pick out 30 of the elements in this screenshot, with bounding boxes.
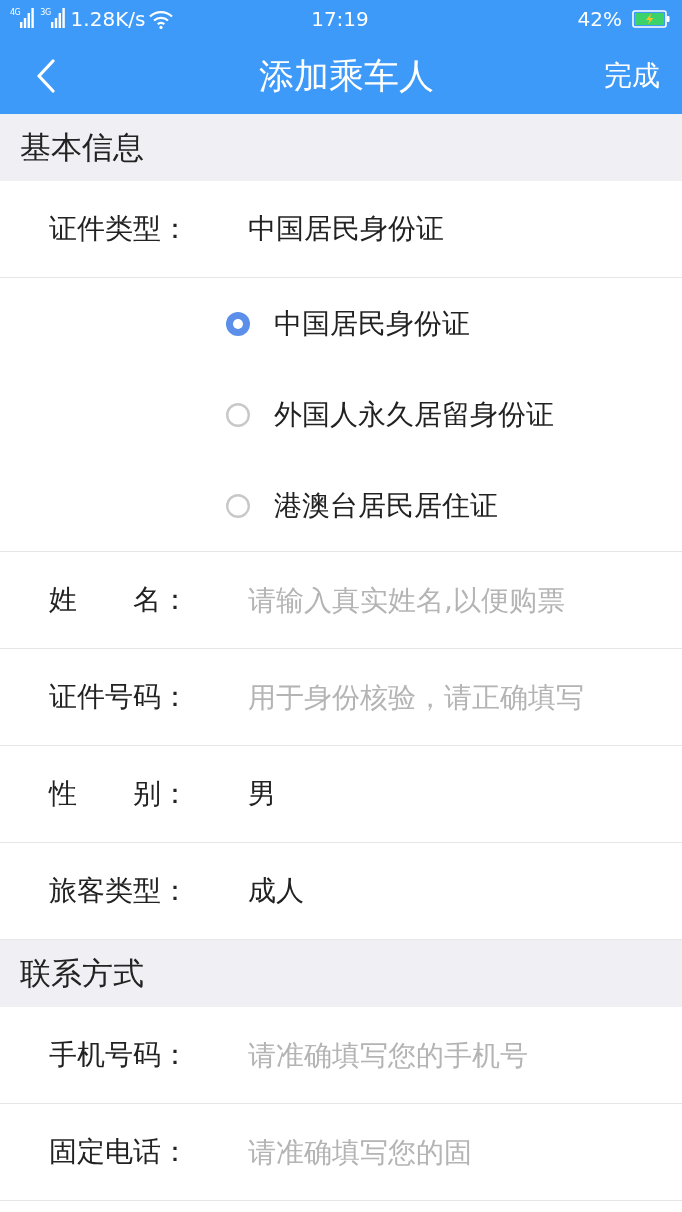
field-label: 性 别： bbox=[49, 776, 190, 812]
network-type-label: 4G bbox=[10, 8, 21, 17]
network-speed: 1.28K/s bbox=[70, 7, 146, 31]
status-time: 17:19 bbox=[311, 7, 369, 31]
field-label: 证件号码： bbox=[49, 679, 190, 715]
back-icon bbox=[36, 59, 56, 93]
battery-charging-icon bbox=[632, 10, 670, 28]
radio-option[interactable]: 外国人永久居留身份证 bbox=[226, 369, 554, 460]
field-label: 旅客类型： bbox=[49, 873, 190, 909]
field-value[interactable]: 成人 bbox=[248, 872, 304, 910]
section-header: 基本信息 bbox=[0, 114, 682, 181]
field-label: 证件类型： bbox=[49, 211, 190, 247]
field-label: 姓 名： bbox=[49, 582, 190, 618]
input-field[interactable]: 用于身份核验，请正确填写 bbox=[248, 680, 658, 714]
input-field[interactable]: 请准确填写您的固 bbox=[248, 1135, 658, 1169]
field-value[interactable]: 中国居民身份证 bbox=[248, 210, 444, 248]
input-field[interactable]: 请输入真实姓名,以便购票 bbox=[248, 583, 658, 617]
signal-icon bbox=[50, 8, 65, 28]
wifi-icon bbox=[149, 9, 174, 29]
battery-percentage: 42% bbox=[577, 7, 622, 31]
radio-option[interactable]: 中国居民身份证 bbox=[226, 278, 470, 369]
radio-option[interactable]: 港澳台居民居住证 bbox=[226, 460, 498, 551]
page-title: 添加乘车人 bbox=[258, 54, 434, 98]
field-label: 手机号码： bbox=[49, 1037, 190, 1073]
section-header: 联系方式 bbox=[0, 940, 682, 1007]
field-label: 固定电话： bbox=[49, 1134, 190, 1170]
field-value[interactable]: 男 bbox=[248, 775, 276, 813]
network-type-label: 3G bbox=[40, 8, 51, 17]
signal-icon bbox=[20, 8, 35, 28]
input-field[interactable]: 请准确填写您的手机号 bbox=[248, 1038, 658, 1072]
